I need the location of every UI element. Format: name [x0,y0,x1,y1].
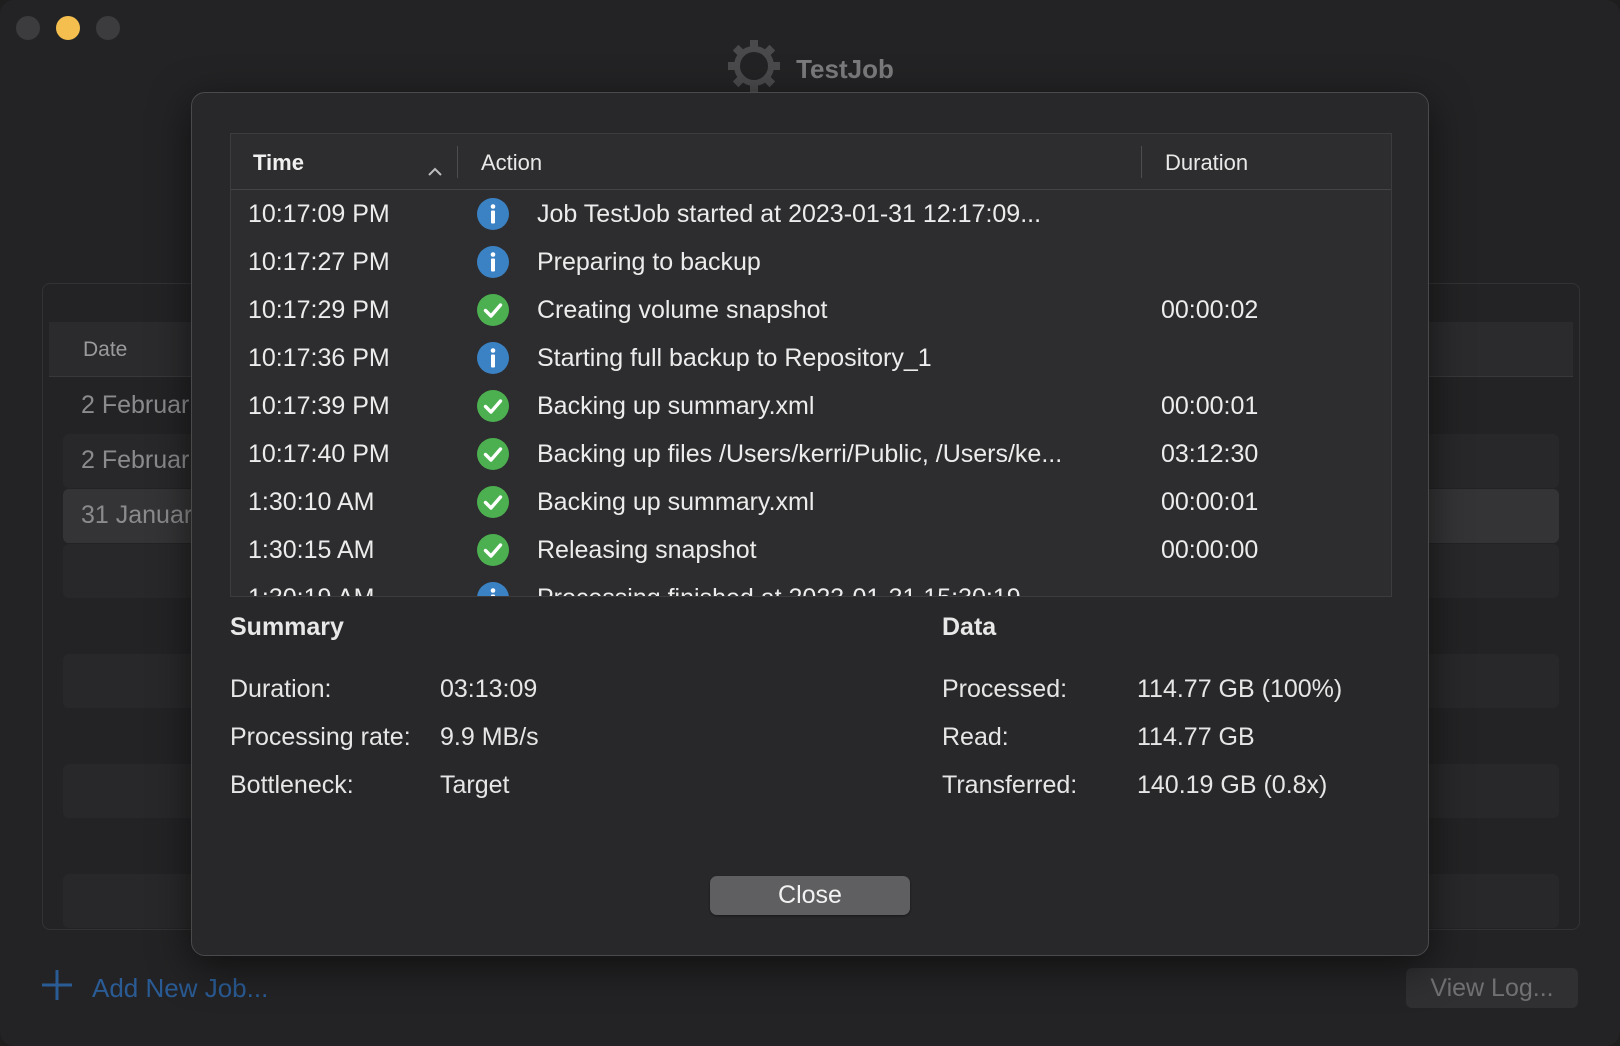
data-value: 140.19 GB (0.8x) [1137,771,1328,799]
summary-value: Target [440,771,510,799]
summary-value: 03:13:09 [440,675,538,703]
row-time: 10:17:40 PM [248,440,390,468]
table-body[interactable]: 10:17:09 PM Job TestJob started at 2023-0… [231,190,1391,596]
row-action: Starting full backup to Repository_1 [537,344,932,372]
session-details-sheet: Time Action Duration 10:17:09 PM Job Test… [191,92,1429,956]
row-time: 10:17:39 PM [248,392,390,420]
column-separator[interactable] [1141,146,1142,178]
minimize-window-button[interactable] [56,16,80,40]
row-duration: 00:00:02 [1161,296,1259,324]
duration-column-header[interactable]: Duration [1165,150,1248,176]
row-action: Backing up summary.xml [537,488,815,516]
row-time: 10:17:09 PM [248,200,390,228]
row-action: Backing up summary.xml [537,392,815,420]
add-new-job-label: Add New Job... [92,973,269,1003]
data-value: 114.77 GB [1137,723,1255,751]
row-time: 1:30:15 AM [248,536,375,564]
log-table: Time Action Duration 10:17:09 PM Job Test… [230,133,1392,597]
zoom-window-button[interactable] [96,16,120,40]
add-new-job-button[interactable]: Add New Job... [40,968,268,1009]
action-column-header[interactable]: Action [481,150,542,176]
table-row[interactable]: 10:17:27 PM Preparing to backup [231,238,1391,286]
table-header: Time Action Duration [231,134,1391,190]
row-action: Job TestJob started at 2023-01-31 12:17:… [537,200,1042,228]
summary-label: Processing rate: [230,723,411,751]
table-row[interactable]: 1:30:10 AM Backing up summary.xml 00:00:01 [231,478,1391,526]
row-duration: 00:00:01 [1161,392,1259,420]
checkmark-icon [477,486,509,518]
close-button[interactable]: Close [710,876,910,915]
info-icon [477,246,509,278]
data-value: 114.77 GB (100%) [1137,675,1343,703]
row-time: 10:17:29 PM [248,296,390,324]
close-window-button[interactable] [16,16,40,40]
checkmark-icon [477,438,509,470]
table-row[interactable]: 10:17:29 PM Creating volume snapshot 00:00… [231,286,1391,334]
row-time: 1:30:19 AM [248,584,374,596]
window-title-text: TestJob [796,54,894,84]
checkmark-icon [477,390,509,422]
info-icon [477,198,509,230]
checkmark-icon [477,294,509,326]
data-label: Read: [942,723,1009,751]
row-action: Preparing to backup [537,248,761,276]
row-duration: 00:00:00 [1161,536,1259,564]
row-time: 10:17:36 PM [248,344,390,372]
summary-label: Duration: [230,675,332,703]
view-log-button[interactable]: View Log... [1406,968,1578,1008]
time-column-header[interactable]: Time [253,150,304,176]
data-label: Processed: [942,675,1068,703]
data-title: Data [942,613,997,641]
table-row[interactable]: 10:17:39 PM Backing up summary.xml 00:00:0… [231,382,1391,430]
table-row[interactable]: 1:30:19 AM Processing finished at 2023-01… [231,574,1391,596]
date-column-header[interactable]: Date [83,338,127,362]
data-label: Transferred: [942,771,1078,799]
row-duration: 00:00:01 [1161,488,1259,516]
column-separator[interactable] [457,146,458,178]
table-row[interactable]: 10:17:09 PM Job TestJob started at 2023-0… [231,190,1391,238]
table-row[interactable]: 10:17:36 PM Starting full backup to Repos… [231,334,1391,382]
window-controls [16,16,120,40]
app-window: TestJob Date 2 Februar 2 Februar 31 Janu… [0,0,1620,1046]
row-action: Processing finished at 2023-01-31 15:30:… [537,584,1048,596]
summary-title: Summary [230,613,344,641]
sort-ascending-icon[interactable] [427,157,443,183]
info-icon [477,342,509,374]
table-row[interactable]: 1:30:15 AM Releasing snapshot 00:00:00 [231,526,1391,574]
summary-label: Bottleneck: [230,771,354,799]
checkmark-icon [477,534,509,566]
summary-value: 9.9 MB/s [440,723,539,751]
table-row[interactable]: 10:17:40 PM Backing up files /Users/kerri… [231,430,1391,478]
row-duration: 03:12:30 [1161,440,1259,468]
plus-icon [40,968,74,1009]
row-action: Backing up files /Users/kerri/Public, /U… [537,440,1063,468]
row-time: 1:30:10 AM [248,488,375,516]
row-action: Creating volume snapshot [537,296,828,324]
info-icon [477,582,509,596]
row-action: Releasing snapshot [537,536,757,564]
row-time: 10:17:27 PM [248,248,390,276]
